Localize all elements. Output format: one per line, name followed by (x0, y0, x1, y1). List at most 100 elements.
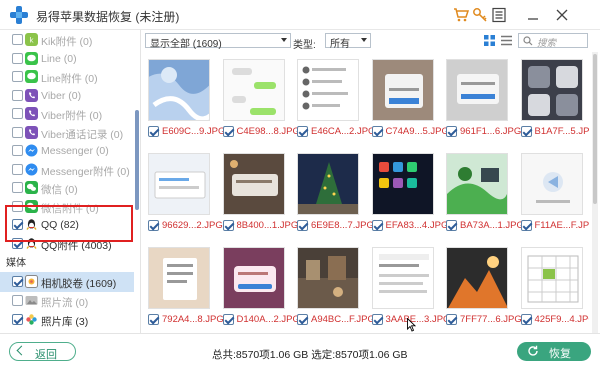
app-title: 易得苹果数据恢复 (未注册) (36, 10, 180, 24)
photo-thumbnail[interactable] (297, 247, 359, 309)
photo-tile[interactable]: E46CA...2.JPG (293, 55, 375, 149)
sidebar-item[interactable]: 照片库 (3) (0, 310, 134, 330)
sidebar-checkbox[interactable] (12, 276, 23, 287)
photo-thumbnail[interactable] (446, 59, 508, 121)
photo-checkbox[interactable] (446, 220, 457, 231)
photo-thumbnail[interactable] (371, 247, 434, 309)
photo-checkbox[interactable] (297, 314, 308, 325)
photo-thumbnail[interactable] (148, 247, 210, 309)
photo-tile[interactable]: B1A7F...5.JPG (517, 55, 589, 149)
photo-thumbnail[interactable] (520, 247, 583, 309)
sidebar-checkbox[interactable] (12, 295, 23, 306)
sidebar-checkbox[interactable] (12, 34, 23, 45)
photo-thumbnail[interactable] (520, 59, 583, 121)
photo-checkbox[interactable] (520, 314, 532, 325)
sidebar-checkbox[interactable] (12, 145, 23, 156)
photo-tile[interactable]: C74A9...5.JPG (368, 55, 449, 149)
photo-checkbox[interactable] (148, 220, 159, 231)
photo-checkbox[interactable] (297, 126, 308, 137)
photo-thumbnail[interactable] (148, 153, 210, 215)
grid-view-icon[interactable] (483, 34, 496, 47)
sidebar-item[interactable]: 照片流 (0) (0, 291, 134, 311)
photo-checkbox[interactable] (371, 126, 383, 137)
sidebar-checkbox[interactable] (12, 126, 23, 138)
recover-button[interactable]: 恢复 (517, 342, 591, 361)
photo-tile[interactable]: 96629...2.JPG (144, 149, 223, 243)
photo-checkbox[interactable] (446, 126, 457, 137)
sidebar-checkbox[interactable] (12, 71, 23, 82)
photo-thumbnail[interactable] (371, 59, 434, 121)
sidebar-item[interactable]: Line (0) (0, 49, 134, 69)
sidebar-item[interactable]: 相机胶卷 (1609) (0, 272, 134, 292)
photo-thumbnail[interactable] (446, 247, 508, 309)
sidebar-scrollbar[interactable] (135, 110, 139, 210)
photo-checkbox[interactable] (371, 314, 383, 325)
photo-tile[interactable]: BA73A...1.JPG (442, 149, 524, 243)
photo-checkbox[interactable] (222, 220, 234, 231)
photo-thumbnail[interactable] (222, 59, 285, 121)
photo-tile[interactable]: 792A4...8.JPG (144, 243, 224, 333)
photo-checkbox[interactable] (371, 220, 383, 231)
photo-tile[interactable]: D140A...2.JPG (219, 243, 300, 333)
photo-checkbox[interactable] (148, 126, 159, 137)
photo-thumbnail[interactable] (148, 59, 210, 121)
close-icon[interactable] (554, 7, 570, 23)
photo-thumbnail[interactable] (222, 247, 285, 309)
photo-thumbnail[interactable] (222, 153, 285, 215)
sidebar-item[interactable]: Viber (0) (0, 86, 134, 106)
cart-icon[interactable] (453, 7, 469, 23)
sidebar-item[interactable]: Viber通话记录 (0) (0, 123, 134, 143)
sidebar-checkbox[interactable] (12, 163, 23, 175)
photo-tile[interactable]: A94BC...F.JPG (293, 243, 375, 333)
section-media-heading: 媒体 (6, 258, 26, 269)
list-view-icon[interactable] (500, 34, 513, 47)
photo-checkbox[interactable] (297, 220, 308, 231)
photo-thumbnail[interactable] (297, 59, 359, 121)
sidebar-item[interactable]: 微信 (0) (0, 178, 134, 198)
filter-dropdown[interactable]: 显示全部 (1609) (145, 33, 291, 50)
sidebar-item[interactable]: Line附件 (0) (0, 67, 134, 87)
search-input[interactable]: 搜索 (518, 33, 588, 49)
back-button[interactable]: 返回 (9, 342, 76, 361)
sidebar-item[interactable]: Viber附件 (0) (0, 104, 134, 124)
sidebar-checkbox[interactable] (12, 182, 23, 193)
grid-scrollbar[interactable] (592, 52, 598, 333)
photo-tile[interactable]: 6E9E8...7.JPG (293, 149, 374, 243)
key-icon[interactable] (472, 7, 488, 23)
mouse-cursor-icon (407, 318, 416, 332)
minimize-icon[interactable] (525, 7, 541, 23)
messenger-icon (25, 163, 38, 176)
photo-checkbox[interactable] (520, 126, 532, 137)
photo-thumbnail[interactable] (297, 153, 359, 215)
sidebar-item[interactable]: Messenger (0) (0, 141, 134, 161)
photo-thumbnail[interactable] (371, 153, 434, 215)
sidebar-item-label: Line附件 (0) (41, 73, 98, 85)
photo-tile[interactable]: EFA83...4.JPG (368, 149, 448, 243)
photo-thumbnail[interactable] (446, 153, 508, 215)
sidebar-checkbox[interactable] (12, 89, 23, 101)
photo-checkbox[interactable] (222, 314, 234, 325)
photo-tile[interactable]: 425F9...4.JPG (517, 243, 589, 333)
photo-checkbox[interactable] (446, 314, 457, 325)
photo-tile[interactable]: F11AE...F.JPG (517, 149, 589, 243)
photo-tile[interactable]: 7FF77...6.JPG (442, 243, 522, 333)
back-button-label: 返回 (35, 349, 57, 361)
photo-tile[interactable]: C4E98...8.JPG (219, 55, 300, 149)
menu-icon[interactable] (491, 7, 507, 23)
sidebar-checkbox[interactable] (12, 314, 23, 325)
photo-tile[interactable]: E609C...9.JPG (144, 55, 225, 149)
photo-tile[interactable]: 3AABE...3.JPG (368, 243, 450, 333)
sidebar-item[interactable]: k Kik附件 (0) (0, 30, 134, 50)
photo-checkbox[interactable] (222, 126, 234, 137)
photo-tile[interactable]: 961F1...6.JPG (442, 55, 521, 149)
sidebar-checkbox[interactable] (12, 108, 23, 119)
type-dropdown[interactable]: 所有 (325, 33, 371, 50)
photo-tile[interactable]: 8B400...1.JPG (219, 149, 298, 243)
sidebar-item[interactable]: Messenger附件 (0) (0, 160, 134, 180)
photo-thumbnail[interactable] (520, 153, 583, 215)
sidebar-checkbox[interactable] (12, 52, 23, 64)
sidebar-item-label: Kik附件 (0) (41, 36, 93, 48)
photo-checkbox[interactable] (148, 314, 159, 325)
sidebar-item-label: Viber附件 (0) (41, 110, 103, 122)
photo-checkbox[interactable] (520, 220, 532, 231)
